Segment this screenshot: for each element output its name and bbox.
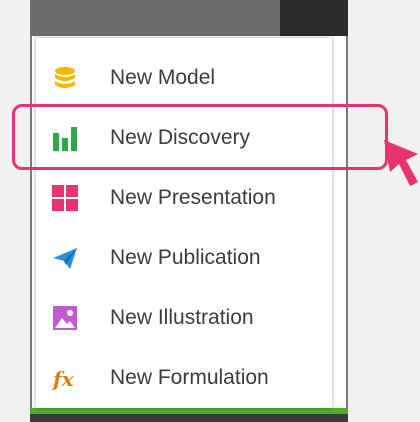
fx-icon: fx: [52, 367, 75, 391]
highlight-box: [12, 104, 388, 170]
menu-item-label: New Model: [110, 66, 216, 89]
svg-text:fx: fx: [52, 367, 75, 391]
menu-item-new-model[interactable]: New Model: [36, 48, 332, 108]
menu-item-label: New Presentation: [110, 186, 276, 209]
paper-plane-icon: [53, 248, 77, 269]
menu-item-new-presentation[interactable]: New Presentation: [36, 168, 332, 228]
menu-item-new-illustration[interactable]: New Illustration: [36, 288, 332, 348]
database-icon: [55, 67, 75, 88]
menu-item-label: New Illustration: [110, 306, 254, 329]
arrow-pointer-icon: [384, 140, 418, 186]
app-bottombar-accent: [30, 408, 348, 414]
image-icon: [53, 306, 77, 330]
menu-item-label: New Publication: [110, 246, 261, 269]
menu-item-new-formulation[interactable]: fx New Formulation: [36, 348, 332, 408]
grid-icon: [52, 185, 78, 211]
menu-item-new-publication[interactable]: New Publication: [36, 228, 332, 288]
menu-item-label: New Formulation: [110, 366, 269, 389]
app-topbar-corner: [280, 0, 348, 36]
new-item-dropdown-menu: New Model New Discovery New Presentation…: [36, 38, 332, 408]
